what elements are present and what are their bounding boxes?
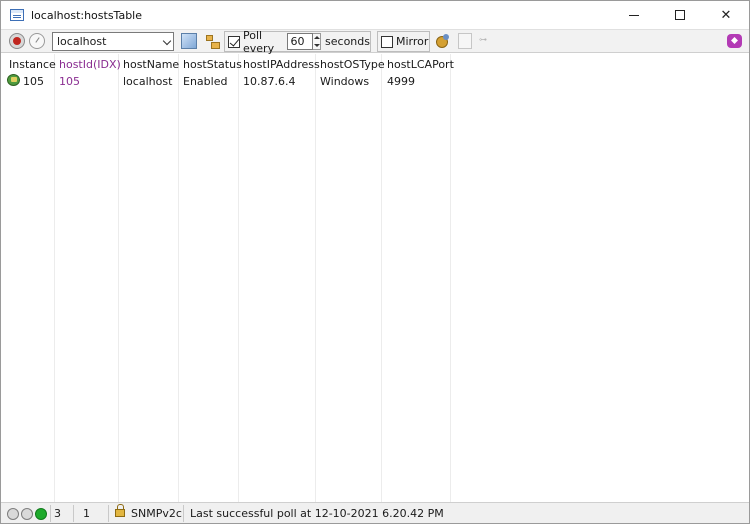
status-divider: [73, 505, 74, 522]
column-header-instance[interactable]: Instance: [9, 58, 56, 71]
status-bar: 3 1 SNMPv2c Last successful poll at 12-1…: [1, 502, 749, 523]
status-count-a: 3: [54, 507, 61, 520]
status-count-b: 1: [83, 507, 90, 520]
poll-interval-input[interactable]: 60: [287, 33, 314, 50]
stop-poll-icon[interactable]: [9, 33, 25, 49]
table-cell-instance[interactable]: 105: [23, 75, 44, 88]
settings-icon[interactable]: [435, 33, 451, 49]
table-cell-hostname[interactable]: localhost: [123, 75, 172, 88]
mirror-checkbox[interactable]: [381, 35, 393, 48]
column-divider[interactable]: [178, 54, 179, 502]
column-header-hostipaddress[interactable]: hostIPAddress: [243, 58, 320, 71]
minimize-button[interactable]: [611, 1, 657, 29]
column-header-hoststatus[interactable]: hostStatus: [183, 58, 242, 71]
close-icon: ✕: [720, 7, 732, 23]
table-cell-hostlcaport[interactable]: 4999: [387, 75, 415, 88]
maximize-icon: [675, 10, 685, 20]
mirror-label: Mirror: [396, 35, 429, 48]
status-message: Last successful poll at 12-10-2021 6.20.…: [190, 507, 444, 520]
poll-label: Poll every: [243, 28, 275, 55]
column-header-hostostype[interactable]: hostOSType: [320, 58, 385, 71]
column-divider[interactable]: [238, 54, 239, 502]
column-divider[interactable]: [54, 54, 55, 502]
column-divider[interactable]: [118, 54, 119, 502]
chevron-down-icon[interactable]: [162, 36, 172, 46]
stepper-down-icon[interactable]: [313, 43, 320, 47]
column-header-hostlcaport[interactable]: hostLCAPort: [387, 58, 454, 71]
poll-interval-stepper[interactable]: [313, 33, 322, 50]
mirror-toggle[interactable]: Mirror: [377, 31, 430, 52]
title-bar: localhost:hostsTable ✕: [1, 1, 749, 29]
maximize-button[interactable]: [657, 1, 703, 29]
compare-icon[interactable]: ⊶: [479, 36, 495, 44]
close-button[interactable]: ✕: [703, 1, 749, 29]
column-header-hostname[interactable]: hostName: [123, 58, 179, 71]
toolbar: localhost Poll every 60 seconds Mirror ⊶: [1, 28, 749, 55]
column-divider[interactable]: [450, 54, 451, 502]
table-cell-hostipaddress[interactable]: 10.87.6.4: [243, 75, 295, 88]
poll-group: Poll every 60 seconds: [224, 28, 371, 55]
table-cell-hoststatus[interactable]: Enabled: [183, 75, 227, 88]
status-light-off-icon: [7, 508, 19, 520]
status-light-off-icon: [21, 508, 33, 520]
stepper-up-icon[interactable]: [313, 36, 320, 40]
table-cell-hostid[interactable]: 105: [59, 75, 80, 88]
lock-icon: [115, 504, 125, 517]
window-controls: ✕: [611, 1, 749, 29]
table-cell-hostostype[interactable]: Windows: [320, 75, 369, 88]
poll-checkbox[interactable]: [228, 35, 240, 48]
seconds-label: seconds: [325, 35, 370, 48]
table-window-icon: [10, 9, 24, 21]
hosts-table: Instance hostId(IDX) hostName hostStatus…: [1, 54, 749, 502]
timer-icon[interactable]: [29, 33, 45, 49]
status-divider: [50, 505, 51, 522]
host-row-icon: [7, 74, 20, 86]
column-divider[interactable]: [315, 54, 316, 502]
snmp-version: SNMPv2c: [131, 507, 182, 520]
export-icon[interactable]: [458, 33, 472, 49]
status-light-green-icon: [35, 508, 47, 520]
favorite-icon[interactable]: [727, 34, 742, 48]
window-title: localhost:hostsTable: [31, 8, 143, 22]
hosts-table-window: localhost:hostsTable ✕ localhost Poll ev…: [0, 0, 750, 524]
agent-select[interactable]: localhost: [52, 32, 174, 51]
minimize-icon: [629, 14, 639, 16]
agent-select-value: localhost: [57, 35, 107, 48]
status-divider: [183, 505, 184, 522]
graph-icon[interactable]: [181, 33, 197, 49]
column-divider[interactable]: [381, 54, 382, 502]
tree-view-icon[interactable]: [204, 33, 220, 49]
status-divider: [108, 505, 109, 522]
column-header-hostid[interactable]: hostId(IDX): [59, 58, 121, 71]
